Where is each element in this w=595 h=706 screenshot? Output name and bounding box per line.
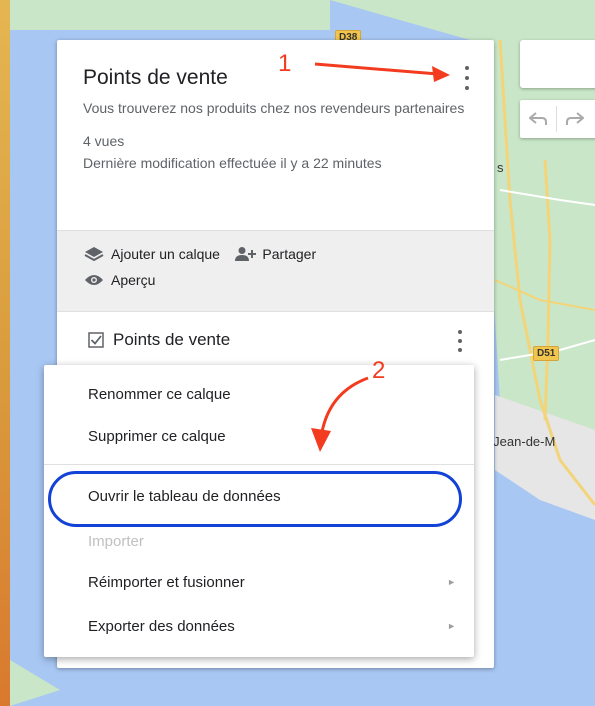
arrow-1-shaft xyxy=(314,62,439,76)
step-number-2: 2 xyxy=(372,357,386,384)
arrow-1-head xyxy=(432,66,450,82)
arrow-2-head xyxy=(311,428,331,452)
arrows-layer xyxy=(311,62,450,452)
arrow-2-shaft xyxy=(320,376,369,433)
step-number-1: 1 xyxy=(278,50,292,77)
